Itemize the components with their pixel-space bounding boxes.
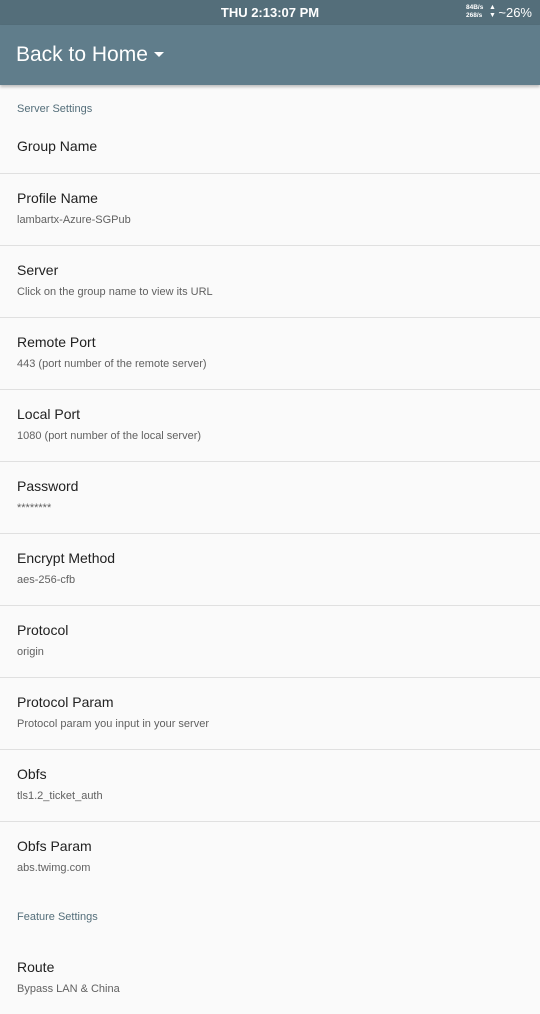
pref-summary: Protocol param you input in your server xyxy=(17,718,209,730)
pref-remote-port[interactable]: Remote Port 443 (port number of the remo… xyxy=(0,318,540,389)
pref-title: Obfs xyxy=(17,766,47,782)
pref-protocol-param[interactable]: Protocol Param Protocol param you input … xyxy=(0,678,540,749)
battery-level: ~26% xyxy=(498,5,532,20)
pref-title: Group Name xyxy=(17,138,98,154)
status-bar: THU 2:13:07 PM 84B/s 268/s ▲ ▼ ~26% xyxy=(0,0,540,25)
dropdown-arrow-icon[interactable] xyxy=(154,52,164,57)
pref-summary: abs.twimg.com xyxy=(17,862,91,874)
pref-server[interactable]: Server Click on the group name to view i… xyxy=(0,246,540,317)
settings-list: Server Settings Group Name Profile Name … xyxy=(0,85,540,1014)
net-up-speed: 84B/s xyxy=(466,4,484,11)
pref-title: Protocol Param xyxy=(17,694,114,710)
pref-title: Server xyxy=(17,262,59,278)
pref-title: Remote Port xyxy=(17,334,96,350)
section-header-feature-settings: Feature Settings xyxy=(17,911,98,923)
pref-title: Password xyxy=(17,478,79,494)
pref-local-port[interactable]: Local Port 1080 (port number of the loca… xyxy=(0,390,540,461)
pref-profile-name[interactable]: Profile Name lambartx-Azure-SGPub xyxy=(0,174,540,245)
pref-summary: origin xyxy=(17,646,44,658)
pref-summary: 1080 (port number of the local server) xyxy=(17,430,202,442)
pref-encrypt-method[interactable]: Encrypt Method aes-256-cfb xyxy=(0,534,540,605)
pref-title: Encrypt Method xyxy=(17,550,116,566)
pref-summary: tls1.2_ticket_auth xyxy=(17,790,103,802)
pref-title: Obfs Param xyxy=(17,838,92,854)
pref-group-name[interactable]: Group Name xyxy=(0,135,540,173)
pref-title: Profile Name xyxy=(17,190,98,206)
network-arrows-icon: ▲ ▼ xyxy=(489,4,496,19)
pref-title: Local Port xyxy=(17,406,81,422)
pref-password[interactable]: Password ******** xyxy=(0,462,540,533)
pref-obfs-param[interactable]: Obfs Param abs.twimg.com xyxy=(0,822,540,893)
app-bar: Back to Home xyxy=(0,25,540,85)
pref-summary: ******** xyxy=(17,502,52,514)
pref-title: Route xyxy=(17,959,55,975)
status-time: THU 2:13:07 PM xyxy=(220,5,320,20)
network-speed: 84B/s 268/s xyxy=(466,4,483,20)
pref-summary: Bypass LAN & China xyxy=(17,983,120,995)
pref-summary: aes-256-cfb xyxy=(17,574,76,586)
pref-route[interactable]: Route Bypass LAN & China xyxy=(0,943,540,1014)
pref-title: Protocol xyxy=(17,622,69,638)
pref-protocol[interactable]: Protocol origin xyxy=(0,606,540,677)
net-down-speed: 268/s xyxy=(466,12,483,19)
pref-obfs[interactable]: Obfs tls1.2_ticket_auth xyxy=(0,750,540,821)
pref-summary: Click on the group name to view its URL xyxy=(17,286,213,298)
section-header-server-settings: Server Settings xyxy=(17,103,93,115)
profile-selector[interactable]: Back to Home xyxy=(16,25,148,85)
pref-summary: lambartx-Azure-SGPub xyxy=(17,214,131,226)
pref-summary: 443 (port number of the remote server) xyxy=(17,358,207,370)
